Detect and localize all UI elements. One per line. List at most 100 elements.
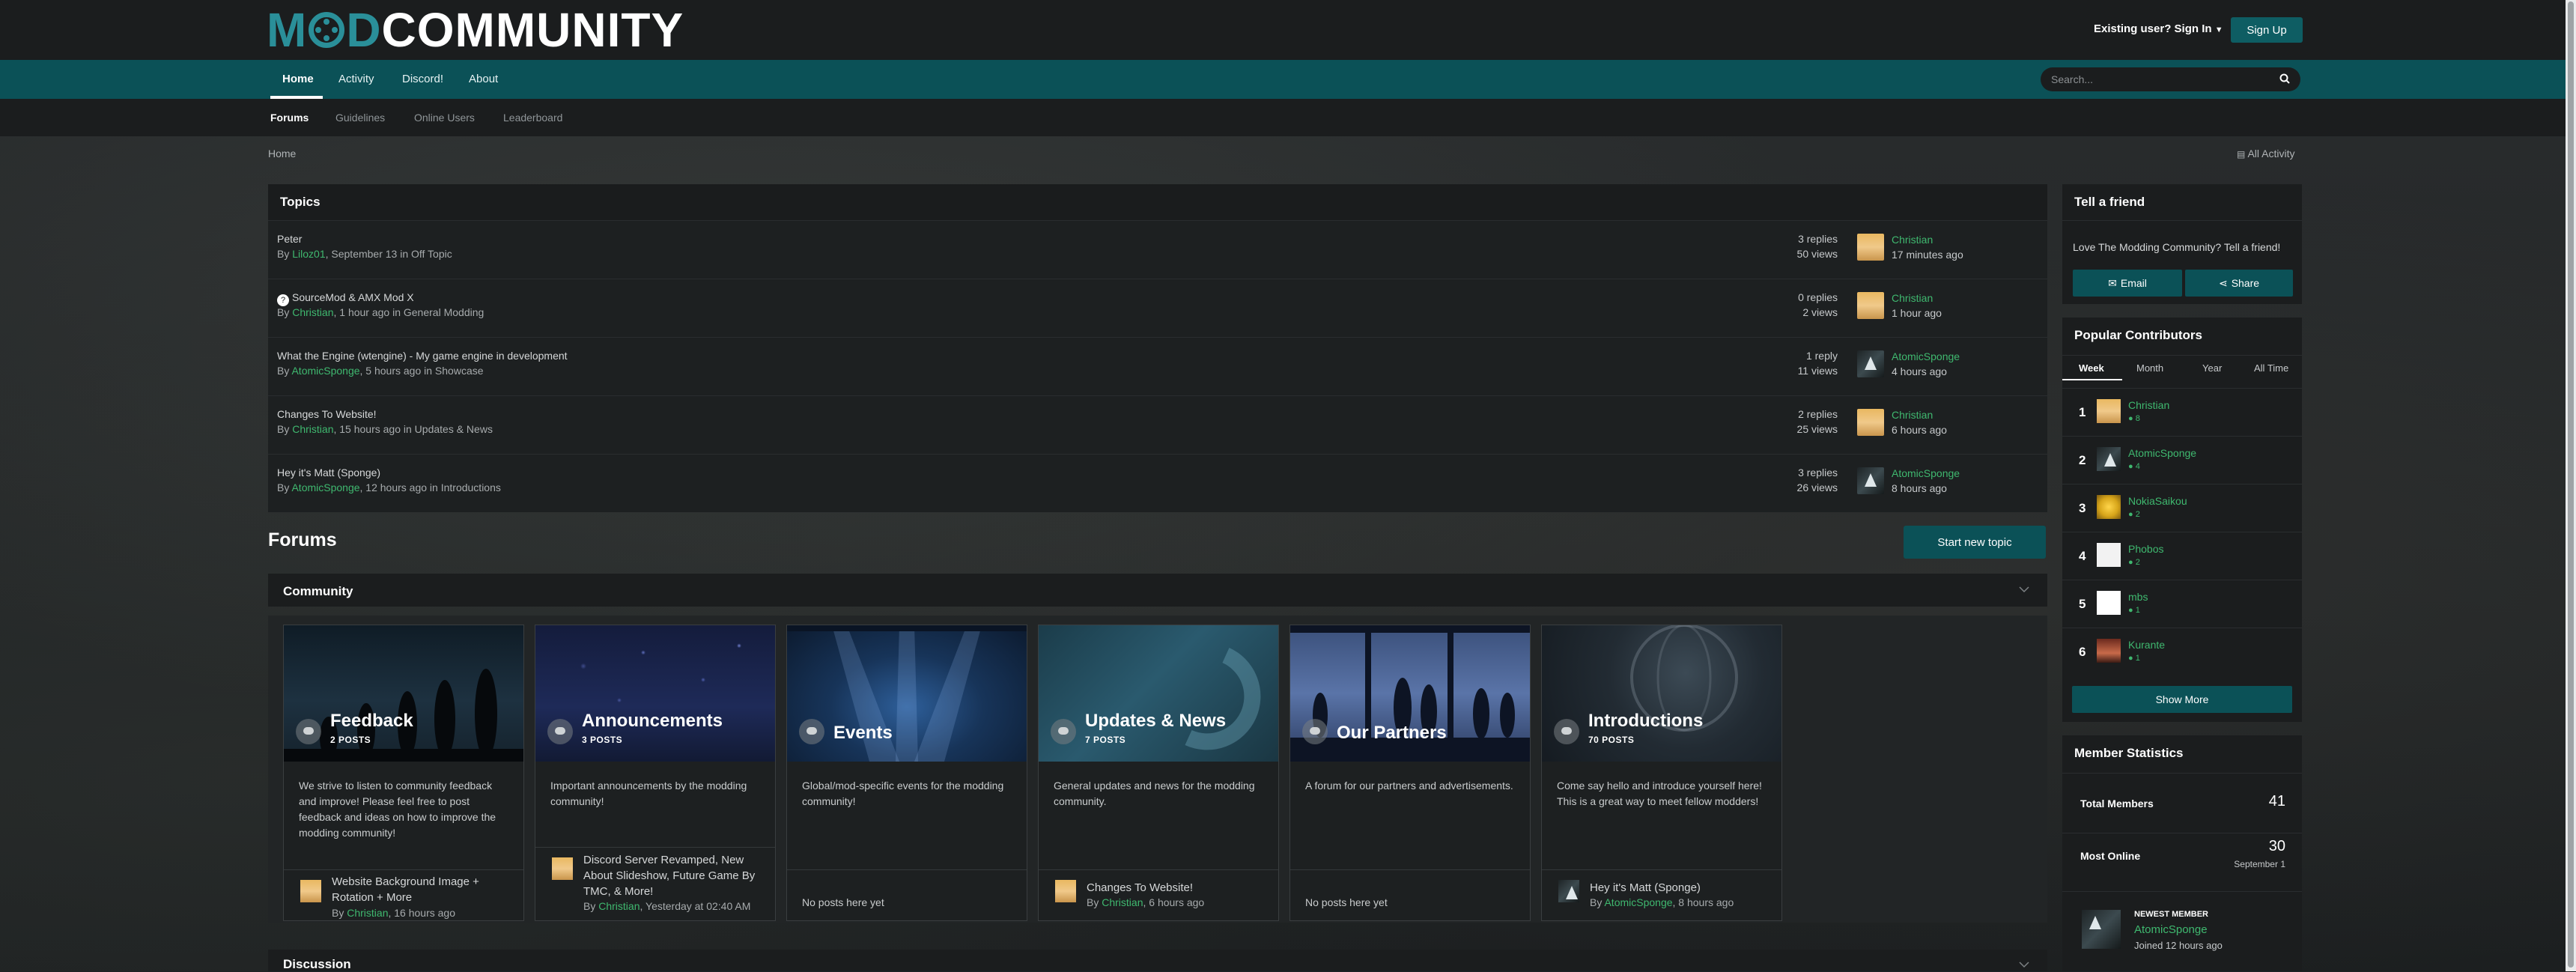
divider [1542,869,1781,870]
nav-activity[interactable]: Activity [338,73,374,85]
subnav-online-users[interactable]: Online Users [414,112,475,124]
share-button[interactable]: ⋖ Share [2185,270,2293,297]
topic-author[interactable]: Liloz01 [292,248,325,260]
avatar[interactable] [2097,447,2121,471]
last-post-title[interactable]: Hey it's Matt (Sponge) [1590,880,1770,896]
tab-month[interactable]: Month [2136,362,2163,374]
avatar[interactable] [552,857,573,880]
sign-up-button[interactable]: Sign Up [2231,17,2303,43]
forum-card-updates-news[interactable]: Updates & News 7 POSTS General updates a… [1038,625,1279,921]
tab-week[interactable]: Week [2079,362,2104,374]
topic-title[interactable]: ? SourceMod & AMX Mod X [277,291,414,306]
topic-title[interactable]: Changes To Website! [277,408,377,420]
search-box[interactable]: Search... [2041,67,2300,91]
forum-chat-icon [547,719,573,744]
topic-title[interactable]: What the Engine (wtengine) - My game eng… [277,350,568,362]
forum-card-announcements[interactable]: Announcements 3 POSTS Important announce… [535,625,776,921]
avatar[interactable] [1857,467,1884,494]
table-row[interactable]: Hey it's Matt (Sponge) By AtomicSponge, … [268,454,2047,512]
category-header-community[interactable]: Community [268,574,2047,607]
forum-name[interactable]: Feedback [330,711,413,732]
contributor-name[interactable]: AtomicSponge [2128,447,2196,459]
avatar[interactable] [2097,591,2121,615]
avatar[interactable] [300,880,321,902]
chevron-down-icon[interactable] [2019,584,2029,595]
forum-card-introductions[interactable]: Introductions 70 POSTS Come say hello an… [1541,624,1782,921]
avatar[interactable] [2097,543,2121,567]
forum-name[interactable]: Announcements [582,711,723,732]
divider [535,847,775,848]
avatar[interactable] [1857,409,1884,436]
topic-title[interactable]: Peter [277,233,302,245]
subnav-leaderboard[interactable]: Leaderboard [503,112,562,124]
table-row[interactable]: What the Engine (wtengine) - My game eng… [268,337,2047,395]
show-more-button[interactable]: Show More [2072,686,2292,713]
avatar[interactable] [1857,350,1884,377]
start-new-topic-button[interactable]: Start new topic [1904,526,2046,559]
chevron-down-icon[interactable] [2019,959,2029,970]
breadcrumb[interactable]: Home [268,148,296,160]
nav-discord[interactable]: Discord! [402,73,443,85]
contributor-name[interactable]: mbs [2128,591,2148,603]
avatar[interactable] [1857,234,1884,261]
nav-home[interactable]: Home [282,73,314,85]
forum-card-events[interactable]: Events Global/mod-specific events for th… [786,625,1027,921]
tab-active-indicator [2062,379,2122,380]
email-button[interactable]: ✉ Email [2073,270,2182,297]
topic-author[interactable]: AtomicSponge [291,482,359,493]
subnav-guidelines[interactable]: Guidelines [335,112,385,124]
list-item[interactable]: 5 mbs ● 1 [2062,580,2302,628]
topic-author[interactable]: AtomicSponge [291,365,359,377]
forum-name[interactable]: Events [833,723,893,744]
scrollbar-thumb[interactable] [2568,1,2574,968]
table-row[interactable]: ? SourceMod & AMX Mod X By Christian, 1 h… [268,279,2047,337]
logo-d: D [346,3,382,57]
forum-name[interactable]: Our Partners [1337,723,1447,744]
category-header-discussion[interactable]: Discussion [268,950,2047,971]
table-row[interactable]: Peter By Liloz01, September 13 in Off To… [268,220,2047,279]
last-post-title[interactable]: Discord Server Revamped, New About Slide… [583,852,763,899]
forum-card-our-partners[interactable]: Our Partners A forum for our partners an… [1289,625,1531,921]
avatar[interactable] [2097,639,2121,663]
tab-all-time[interactable]: All Time [2254,362,2288,374]
forum-name[interactable]: Updates & News [1085,711,1226,732]
contributor-name[interactable]: Kurante [2128,639,2165,651]
topic-byline: By Christian, 1 hour ago in General Modd… [277,306,484,318]
list-item[interactable]: 2 AtomicSponge ● 4 [2062,436,2302,485]
topic-author[interactable]: Christian [292,423,333,435]
search-input[interactable]: Search... [2051,73,2093,85]
avatar[interactable] [2097,495,2121,519]
avatar[interactable] [2097,399,2121,423]
list-item[interactable]: 6 Kurante ● 1 [2062,628,2302,676]
newest-member-name[interactable]: AtomicSponge [2134,923,2208,936]
topic-title[interactable]: Hey it's Matt (Sponge) [277,467,380,479]
contributor-name[interactable]: Christian [2128,399,2169,411]
heart-icon: ● [2128,606,2133,615]
avatar[interactable] [1857,292,1884,319]
list-item[interactable]: 1 Christian ● 8 [2062,388,2302,437]
all-activity-link[interactable]: ▤ All Activity [2237,148,2294,160]
last-post-title[interactable]: Website Background Image + Rotation + Mo… [332,874,511,905]
topic-author[interactable]: Christian [292,306,333,318]
envelope-icon: ✉ [2108,276,2117,289]
forum-card-feedback[interactable]: Feedback 2 POSTS We strive to listen to … [283,625,524,921]
list-item[interactable]: 4 Phobos ● 2 [2062,532,2302,580]
sign-in-link[interactable]: Existing user? Sign In ▼ [2094,22,2223,35]
avatar[interactable] [1055,880,1076,902]
avatar[interactable] [1558,880,1579,902]
site-logo[interactable]: M D COMMUNITY [267,3,684,57]
forum-name[interactable]: Introductions [1588,711,1703,732]
contributor-name[interactable]: NokiaSaikou [2128,495,2187,507]
list-item[interactable]: 3 NokiaSaikou ● 2 [2062,484,2302,532]
no-posts-text: No posts here yet [1305,896,1388,908]
tab-year[interactable]: Year [2202,362,2222,374]
nav-about[interactable]: About [469,73,498,85]
contributor-name[interactable]: Phobos [2128,543,2163,555]
table-row[interactable]: Changes To Website! By Christian, 15 hou… [268,395,2047,454]
page-scrollbar[interactable] [2566,0,2576,971]
search-icon[interactable] [2279,73,2290,84]
last-post-title[interactable]: Changes To Website! [1087,880,1266,896]
forum-chat-icon [1302,719,1328,744]
subnav-forums[interactable]: Forums [270,112,309,124]
avatar[interactable] [2082,910,2121,949]
